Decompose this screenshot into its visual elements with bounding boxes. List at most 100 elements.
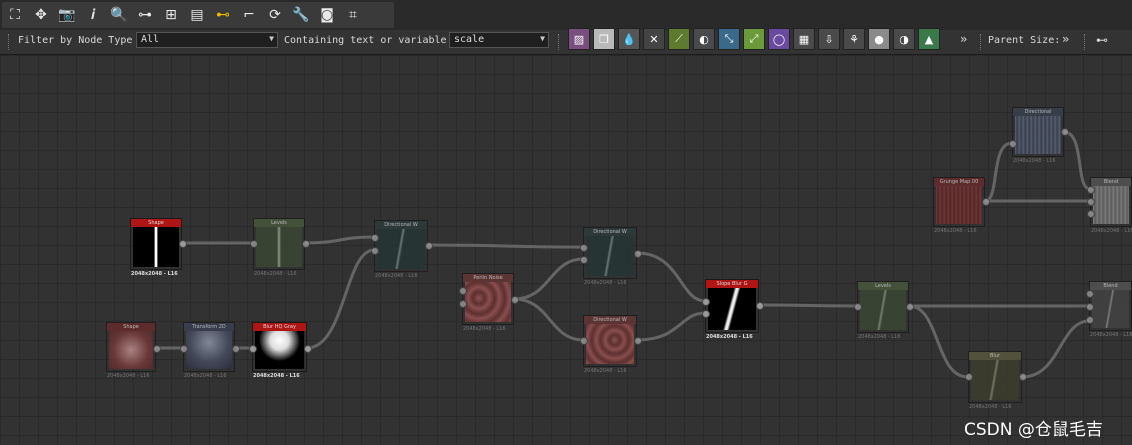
output-port[interactable]: [756, 302, 764, 310]
input-port[interactable]: [1086, 290, 1094, 298]
toolbar-grip[interactable]: [980, 34, 983, 50]
layout-icon[interactable]: ▤: [184, 2, 210, 28]
node-thumbnail: [256, 227, 302, 267]
circle-filter-icon[interactable]: ◯: [768, 28, 790, 50]
input-port[interactable]: [250, 240, 258, 248]
transform-filter-icon[interactable]: ⤡: [718, 28, 740, 50]
graph-node[interactable]: Directional W 2048x2048 - L16: [580, 315, 642, 374]
output-port[interactable]: [982, 198, 990, 206]
input-port[interactable]: [965, 373, 973, 381]
toolbar-grip[interactable]: [8, 34, 11, 50]
graph-node[interactable]: Shape 2048x2048 - L16: [106, 322, 161, 379]
move-icon[interactable]: ✥: [28, 2, 54, 28]
toolbar-grip[interactable]: [1084, 34, 1087, 50]
input-port[interactable]: [580, 337, 588, 345]
node-type-value: All: [141, 34, 160, 45]
input-port[interactable]: [854, 303, 862, 311]
input-port[interactable]: [1009, 140, 1017, 148]
output-port[interactable]: [634, 250, 642, 258]
output-port[interactable]: [179, 240, 187, 248]
graph-node[interactable]: Perlin Noise 2048x2048 - L16: [459, 273, 519, 332]
graph-node[interactable]: Grunge Map 00 2048x2048 - L16: [933, 177, 990, 234]
graph-node[interactable]: Levels 2048x2048 - L16: [250, 218, 310, 277]
input-port[interactable]: [459, 300, 467, 308]
node-type-select[interactable]: All ▼: [136, 32, 278, 48]
graph-node[interactable]: Directional W 2048x2048 - L16: [580, 227, 642, 286]
wire: [304, 235, 375, 245]
output-port[interactable]: [634, 337, 642, 345]
graph-node[interactable]: Blur HQ Gray 2048x2048 - L16: [249, 322, 312, 379]
input-port[interactable]: [1086, 303, 1094, 311]
nodes-filter-icon[interactable]: ●: [868, 28, 890, 50]
search-icon[interactable]: 🔍: [106, 2, 132, 28]
graph-node[interactable]: Blend 2048x2048 - L16: [1086, 281, 1132, 338]
graph-node[interactable]: Blend 2048x2048 - L16: [1087, 177, 1132, 234]
graph-node[interactable]: Levels 2048x2048 - L16: [854, 281, 914, 340]
output-port[interactable]: [1019, 373, 1027, 381]
graph-node[interactable]: Directional W 2048x2048 - L16: [371, 220, 433, 279]
input-port[interactable]: [702, 298, 710, 306]
output-port[interactable]: [906, 303, 914, 311]
input-port[interactable]: [1087, 198, 1095, 206]
gradient-filter-icon[interactable]: ⤢: [743, 28, 765, 50]
connector-icon[interactable]: ⊷: [1096, 33, 1108, 47]
levels-filter-icon[interactable]: ◑: [893, 28, 915, 50]
image-filter-icon[interactable]: ▨: [568, 28, 590, 50]
curve-filter-icon[interactable]: ⟋: [668, 28, 690, 50]
output-filter-icon[interactable]: ⇩: [818, 28, 840, 50]
graph-node[interactable]: Transform 2D 2048x2048 - L16: [180, 322, 240, 379]
shuffle-filter-icon[interactable]: ✕: [643, 28, 665, 50]
watermark-text: CSDN @仓鼠毛吉: [964, 420, 1103, 440]
output-port[interactable]: [511, 296, 519, 304]
search-combo[interactable]: scale ▼: [449, 32, 549, 48]
output-port[interactable]: [425, 242, 433, 250]
output-port[interactable]: [153, 345, 161, 353]
elbow-icon[interactable]: ⌐: [236, 2, 262, 28]
copy-filter-icon[interactable]: ❐: [593, 28, 615, 50]
output-port[interactable]: [302, 240, 310, 248]
node-title: Blur HQ Gray: [253, 323, 306, 331]
wire: [758, 303, 858, 308]
graph-node[interactable]: Shape 2048x2048 - L16: [130, 218, 187, 277]
blend-filter-icon[interactable]: ⚘: [843, 28, 865, 50]
drop-filter-icon[interactable]: 💧: [618, 28, 640, 50]
frame-all-icon[interactable]: ⛶: [2, 2, 28, 28]
node-size-label: 2048x2048 - L16: [107, 373, 150, 379]
grid-filter-icon[interactable]: ▦: [793, 28, 815, 50]
camera-icon[interactable]: 📷: [54, 2, 80, 28]
wire: [1021, 319, 1090, 379]
graph-node[interactable]: Slope Blur G 2048x2048 - L16: [702, 279, 764, 340]
info-icon[interactable]: 𝒊: [80, 2, 106, 28]
preview-icon[interactable]: ◙: [314, 2, 340, 28]
toolbar-grip[interactable]: [558, 34, 561, 50]
input-port[interactable]: [371, 247, 379, 255]
hierarchy-icon[interactable]: ⊞: [158, 2, 184, 28]
input-port[interactable]: [580, 256, 588, 264]
graph-node[interactable]: Directional 2048x2048 - L16: [1009, 107, 1069, 164]
connection-icon[interactable]: ⊷: [210, 2, 236, 28]
output-port[interactable]: [304, 345, 312, 353]
graph-node[interactable]: Blur 2048x2048 - L16: [965, 351, 1027, 410]
refresh-icon[interactable]: ⟳: [262, 2, 288, 28]
input-port[interactable]: [180, 345, 188, 353]
crop-icon[interactable]: ⌗: [340, 2, 366, 28]
input-port[interactable]: [580, 244, 588, 252]
input-port[interactable]: [459, 287, 467, 295]
color-drop-filter-icon[interactable]: ◐: [693, 28, 715, 50]
histogram-filter-icon[interactable]: ▲: [918, 28, 940, 50]
node-thumbnail: [860, 290, 906, 330]
parent-size-more-icon[interactable]: »: [1062, 32, 1069, 46]
output-port[interactable]: [232, 345, 240, 353]
node-size-label: 2048x2048 - L16: [858, 334, 901, 340]
input-port[interactable]: [371, 234, 379, 242]
input-port[interactable]: [249, 345, 257, 353]
input-port[interactable]: [1087, 186, 1095, 194]
link-nodes-icon[interactable]: ⊶: [132, 2, 158, 28]
wrench-icon[interactable]: 🔧: [288, 2, 314, 28]
input-port[interactable]: [1087, 210, 1095, 218]
output-port[interactable]: [1061, 128, 1069, 136]
input-port[interactable]: [1086, 316, 1094, 324]
input-port[interactable]: [702, 310, 710, 318]
more-chevron-icon[interactable]: »: [960, 32, 967, 46]
graph-canvas[interactable]: Shape 2048x2048 - L16 Levels 2048x2048 - L1…: [0, 55, 1132, 445]
